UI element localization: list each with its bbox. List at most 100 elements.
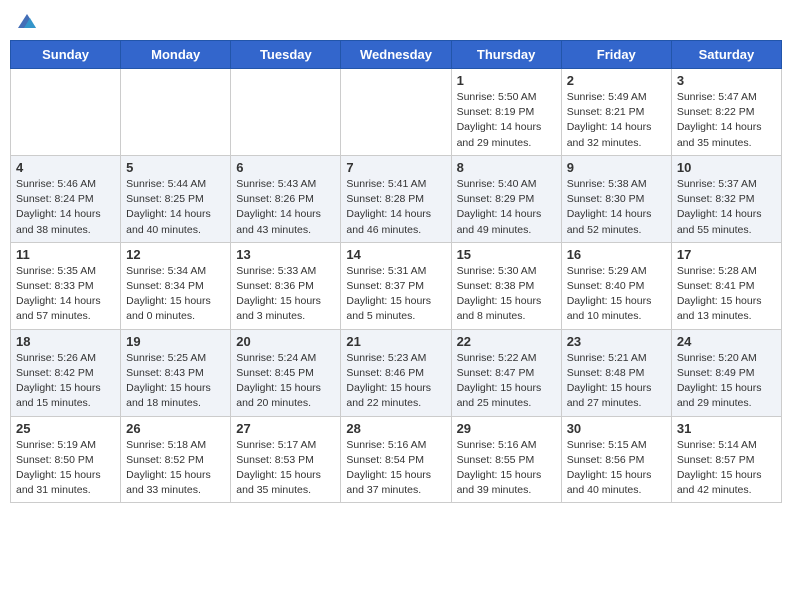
calendar-cell: 17 Sunrise: 5:28 AM Sunset: 8:41 PM Dayli… xyxy=(671,242,781,329)
day-number: 11 xyxy=(16,247,115,262)
calendar-cell: 26 Sunrise: 5:18 AM Sunset: 8:52 PM Dayli… xyxy=(121,416,231,503)
calendar-week-row: 4 Sunrise: 5:46 AM Sunset: 8:24 PM Daylig… xyxy=(11,155,782,242)
calendar-cell: 12 Sunrise: 5:34 AM Sunset: 8:34 PM Dayli… xyxy=(121,242,231,329)
day-number: 26 xyxy=(126,421,225,436)
day-number: 7 xyxy=(346,160,445,175)
calendar-cell xyxy=(341,69,451,156)
day-info: Sunrise: 5:31 AM Sunset: 8:37 PM Dayligh… xyxy=(346,264,445,325)
calendar-week-row: 1Sunrise: 5:50 AM Sunset: 8:19 PM Daylig… xyxy=(11,69,782,156)
day-info: Sunrise: 5:37 AM Sunset: 8:32 PM Dayligh… xyxy=(677,177,776,238)
day-info: Sunrise: 5:49 AM Sunset: 8:21 PM Dayligh… xyxy=(567,90,666,151)
calendar-cell: 30Sunrise: 5:15 AM Sunset: 8:56 PM Dayli… xyxy=(561,416,671,503)
day-info: Sunrise: 5:44 AM Sunset: 8:25 PM Dayligh… xyxy=(126,177,225,238)
day-number: 25 xyxy=(16,421,115,436)
calendar-cell: 5 Sunrise: 5:44 AM Sunset: 8:25 PM Daylig… xyxy=(121,155,231,242)
calendar-cell: 31 Sunrise: 5:14 AM Sunset: 8:57 PM Dayli… xyxy=(671,416,781,503)
day-info: Sunrise: 5:43 AM Sunset: 8:26 PM Dayligh… xyxy=(236,177,335,238)
day-number: 15 xyxy=(457,247,556,262)
day-number: 6 xyxy=(236,160,335,175)
day-number: 13 xyxy=(236,247,335,262)
calendar-cell: 9 Sunrise: 5:38 AM Sunset: 8:30 PM Daylig… xyxy=(561,155,671,242)
day-info: Sunrise: 5:16 AM Sunset: 8:55 PM Dayligh… xyxy=(457,438,556,499)
calendar-cell: 13 Sunrise: 5:33 AM Sunset: 8:36 PM Dayli… xyxy=(231,242,341,329)
day-info: Sunrise: 5:34 AM Sunset: 8:34 PM Dayligh… xyxy=(126,264,225,325)
calendar-cell: 16 Sunrise: 5:29 AM Sunset: 8:40 PM Dayli… xyxy=(561,242,671,329)
day-number: 20 xyxy=(236,334,335,349)
day-info: Sunrise: 5:25 AM Sunset: 8:43 PM Dayligh… xyxy=(126,351,225,412)
calendar-cell: 4 Sunrise: 5:46 AM Sunset: 8:24 PM Daylig… xyxy=(11,155,121,242)
day-number: 27 xyxy=(236,421,335,436)
weekday-header-row: SundayMondayTuesdayWednesdayThursdayFrid… xyxy=(11,41,782,69)
day-number: 16 xyxy=(567,247,666,262)
calendar-cell: 2 Sunrise: 5:49 AM Sunset: 8:21 PM Daylig… xyxy=(561,69,671,156)
logo-icon xyxy=(16,10,38,32)
weekday-header-monday: Monday xyxy=(121,41,231,69)
day-number: 5 xyxy=(126,160,225,175)
weekday-header-friday: Friday xyxy=(561,41,671,69)
day-info: Sunrise: 5:24 AM Sunset: 8:45 PM Dayligh… xyxy=(236,351,335,412)
calendar-cell: 11 Sunrise: 5:35 AM Sunset: 8:33 PM Dayli… xyxy=(11,242,121,329)
calendar-cell: 23 Sunrise: 5:21 AM Sunset: 8:48 PM Dayli… xyxy=(561,329,671,416)
day-number: 17 xyxy=(677,247,776,262)
day-number: 21 xyxy=(346,334,445,349)
calendar-cell: 21 Sunrise: 5:23 AM Sunset: 8:46 PM Dayli… xyxy=(341,329,451,416)
day-number: 10 xyxy=(677,160,776,175)
day-info: Sunrise: 5:17 AM Sunset: 8:53 PM Dayligh… xyxy=(236,438,335,499)
day-info: Sunrise: 5:29 AM Sunset: 8:40 PM Dayligh… xyxy=(567,264,666,325)
calendar-week-row: 11 Sunrise: 5:35 AM Sunset: 8:33 PM Dayli… xyxy=(11,242,782,329)
calendar-cell: 7 Sunrise: 5:41 AM Sunset: 8:28 PM Daylig… xyxy=(341,155,451,242)
day-info: Sunrise: 5:35 AM Sunset: 8:33 PM Dayligh… xyxy=(16,264,115,325)
calendar-cell: 28 Sunrise: 5:16 AM Sunset: 8:54 PM Dayli… xyxy=(341,416,451,503)
day-info: Sunrise: 5:21 AM Sunset: 8:48 PM Dayligh… xyxy=(567,351,666,412)
weekday-header-tuesday: Tuesday xyxy=(231,41,341,69)
calendar-cell: 19 Sunrise: 5:25 AM Sunset: 8:43 PM Dayli… xyxy=(121,329,231,416)
calendar-cell: 8 Sunrise: 5:40 AM Sunset: 8:29 PM Daylig… xyxy=(451,155,561,242)
day-number: 23 xyxy=(567,334,666,349)
day-info: Sunrise: 5:33 AM Sunset: 8:36 PM Dayligh… xyxy=(236,264,335,325)
calendar-cell: 25 Sunrise: 5:19 AM Sunset: 8:50 PM Dayli… xyxy=(11,416,121,503)
day-info: Sunrise: 5:41 AM Sunset: 8:28 PM Dayligh… xyxy=(346,177,445,238)
day-info: Sunrise: 5:26 AM Sunset: 8:42 PM Dayligh… xyxy=(16,351,115,412)
day-info: Sunrise: 5:23 AM Sunset: 8:46 PM Dayligh… xyxy=(346,351,445,412)
calendar-cell xyxy=(231,69,341,156)
day-info: Sunrise: 5:14 AM Sunset: 8:57 PM Dayligh… xyxy=(677,438,776,499)
calendar-cell: 1Sunrise: 5:50 AM Sunset: 8:19 PM Daylig… xyxy=(451,69,561,156)
day-info: Sunrise: 5:46 AM Sunset: 8:24 PM Dayligh… xyxy=(16,177,115,238)
weekday-header-sunday: Sunday xyxy=(11,41,121,69)
day-number: 12 xyxy=(126,247,225,262)
day-info: Sunrise: 5:28 AM Sunset: 8:41 PM Dayligh… xyxy=(677,264,776,325)
day-info: Sunrise: 5:22 AM Sunset: 8:47 PM Dayligh… xyxy=(457,351,556,412)
calendar-cell: 10 Sunrise: 5:37 AM Sunset: 8:32 PM Dayli… xyxy=(671,155,781,242)
calendar-week-row: 18Sunrise: 5:26 AM Sunset: 8:42 PM Dayli… xyxy=(11,329,782,416)
day-info: Sunrise: 5:15 AM Sunset: 8:56 PM Dayligh… xyxy=(567,438,666,499)
day-number: 8 xyxy=(457,160,556,175)
day-number: 4 xyxy=(16,160,115,175)
calendar-cell: 6 Sunrise: 5:43 AM Sunset: 8:26 PM Daylig… xyxy=(231,155,341,242)
day-number: 22 xyxy=(457,334,556,349)
calendar-cell xyxy=(11,69,121,156)
day-number: 28 xyxy=(346,421,445,436)
day-number: 2 xyxy=(567,73,666,88)
day-number: 9 xyxy=(567,160,666,175)
day-number: 3 xyxy=(677,73,776,88)
day-info: Sunrise: 5:40 AM Sunset: 8:29 PM Dayligh… xyxy=(457,177,556,238)
calendar-cell xyxy=(121,69,231,156)
day-info: Sunrise: 5:38 AM Sunset: 8:30 PM Dayligh… xyxy=(567,177,666,238)
calendar-week-row: 25 Sunrise: 5:19 AM Sunset: 8:50 PM Dayli… xyxy=(11,416,782,503)
day-info: Sunrise: 5:19 AM Sunset: 8:50 PM Dayligh… xyxy=(16,438,115,499)
calendar-cell: 22 Sunrise: 5:22 AM Sunset: 8:47 PM Dayli… xyxy=(451,329,561,416)
calendar-cell: 20 Sunrise: 5:24 AM Sunset: 8:45 PM Dayli… xyxy=(231,329,341,416)
calendar-cell: 27 Sunrise: 5:17 AM Sunset: 8:53 PM Dayli… xyxy=(231,416,341,503)
day-info: Sunrise: 5:18 AM Sunset: 8:52 PM Dayligh… xyxy=(126,438,225,499)
day-number: 31 xyxy=(677,421,776,436)
day-info: Sunrise: 5:16 AM Sunset: 8:54 PM Dayligh… xyxy=(346,438,445,499)
logo xyxy=(14,10,38,32)
calendar-table: SundayMondayTuesdayWednesdayThursdayFrid… xyxy=(10,40,782,503)
day-info: Sunrise: 5:47 AM Sunset: 8:22 PM Dayligh… xyxy=(677,90,776,151)
calendar-cell: 24Sunrise: 5:20 AM Sunset: 8:49 PM Dayli… xyxy=(671,329,781,416)
weekday-header-saturday: Saturday xyxy=(671,41,781,69)
calendar-cell: 15Sunrise: 5:30 AM Sunset: 8:38 PM Dayli… xyxy=(451,242,561,329)
calendar-cell: 18Sunrise: 5:26 AM Sunset: 8:42 PM Dayli… xyxy=(11,329,121,416)
day-number: 29 xyxy=(457,421,556,436)
day-number: 19 xyxy=(126,334,225,349)
